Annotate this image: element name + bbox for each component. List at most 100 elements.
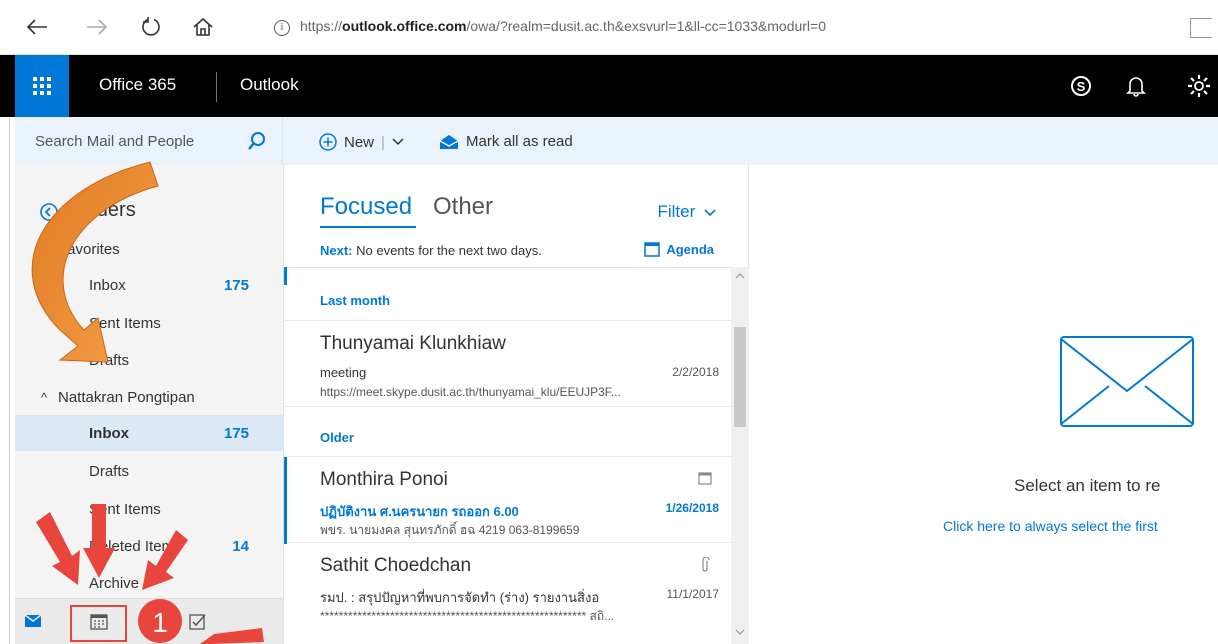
svg-text:S: S — [1077, 79, 1086, 94]
mail-item[interactable]: Thunyamai Klunkhiaw meeting 2/2/2018 htt… — [284, 320, 731, 407]
group-header-last-month: Last month — [320, 293, 391, 308]
notifications-bell-icon[interactable] — [1126, 75, 1146, 97]
meeting-icon — [698, 472, 712, 485]
chevron-up-icon[interactable]: ^ — [41, 390, 47, 405]
folder-label: Drafts — [89, 463, 130, 480]
url-path: /owa/?realm=dusit.ac.th&exsvurl=1&ll-cc=… — [466, 18, 827, 34]
reading-view-icon[interactable] — [1190, 18, 1212, 38]
back-button[interactable] — [20, 10, 54, 44]
favorites-label: Favorites — [58, 241, 120, 258]
mail-subject: รมป. : สรุปปัญหาที่พบการจัดทำ (ร่าง) ราย… — [320, 590, 600, 605]
unread-count: 175 — [223, 425, 249, 442]
settings-gear-icon[interactable] — [1186, 73, 1212, 99]
group-header-older: Older — [320, 430, 354, 445]
skype-icon[interactable]: S — [1070, 75, 1092, 97]
tab-focused[interactable]: Focused — [320, 193, 412, 221]
mark-all-read-button[interactable]: Mark all as read — [439, 133, 573, 150]
scroll-up-icon[interactable] — [735, 273, 745, 279]
collapse-pane-icon[interactable] — [39, 202, 59, 222]
tab-other[interactable]: Other — [433, 193, 493, 221]
select-first-link[interactable]: Click here to always select the first — [943, 518, 1158, 534]
mail-sender: Sathit Choedchan — [320, 555, 472, 576]
suite-header: Office 365 Outlook S — [0, 55, 1218, 117]
empty-state-title: Select an item to re — [1014, 476, 1161, 495]
unread-marker — [284, 457, 287, 544]
account-label: Nattakran Pongtipan — [58, 389, 195, 406]
new-mail-button[interactable]: New | — [319, 133, 404, 151]
refresh-button[interactable] — [134, 10, 168, 44]
folder-label: Drafts — [89, 352, 130, 369]
reading-pane: Select an item to re Click here to alway… — [750, 165, 1218, 644]
mail-date: 11/1/2017 — [666, 587, 720, 601]
command-bar: New | Mark all as read — [283, 117, 1218, 165]
plus-circle-icon — [319, 133, 337, 151]
filter-button[interactable]: Filter — [657, 202, 716, 222]
module-switcher — [15, 598, 283, 644]
message-list: Focused Other Filter Next: No events for… — [283, 165, 750, 644]
list-divider — [284, 267, 750, 268]
browser-toolbar: i https://outlook.office.com/owa/?realm=… — [0, 0, 1218, 55]
favorite-item-inbox[interactable]: Inbox 175 — [15, 267, 283, 303]
scroll-thumb[interactable] — [734, 327, 746, 427]
chevron-up-icon[interactable]: ^ — [41, 242, 47, 257]
search-icon[interactable] — [247, 131, 267, 151]
scroll-down-icon[interactable] — [735, 629, 745, 635]
account-group[interactable]: ^ Nattakran Pongtipan — [15, 379, 283, 415]
next-label: Next: — [320, 243, 353, 258]
focus-marker — [284, 267, 287, 285]
mail-item[interactable]: Sathit Choedchan รมป. : สรุปปัญหาที่พบกา… — [284, 543, 731, 644]
mail-icon[interactable] — [25, 615, 41, 627]
tab-focused-underline — [320, 226, 416, 228]
site-info-icon[interactable]: i — [274, 20, 290, 36]
folder-label: Sent Items — [89, 315, 161, 332]
filter-label: Filter — [657, 202, 696, 221]
mail-preview: https://meet.skype.dusit.ac.th/thunyamai… — [320, 385, 621, 399]
mail-item[interactable]: Monthira Ponoi ปฏิบัติงาน ศ.นครนายก รถออ… — [284, 456, 731, 544]
mail-sender: Monthira Ponoi — [320, 469, 448, 490]
search-input[interactable]: Search Mail and People — [35, 133, 194, 150]
header-divider — [216, 72, 217, 102]
envelope-icon — [1060, 336, 1194, 427]
next-events-text: No events for the next two days. — [356, 243, 542, 258]
mail-subject: meeting — [320, 365, 367, 380]
address-bar[interactable]: https://outlook.office.com/owa/?realm=du… — [300, 18, 826, 34]
refresh-icon — [142, 17, 160, 36]
mail-preview: พขร. นายมงคล สุนทรภักดิ์ ฮฉ 4219 063-819… — [320, 523, 580, 537]
tasks-icon[interactable] — [189, 613, 207, 631]
folder-label: Archive — [89, 575, 140, 592]
favorite-item-sent-items[interactable]: Sent Items — [15, 305, 283, 341]
calendar-icon[interactable] — [90, 613, 108, 631]
forward-button[interactable] — [80, 10, 114, 44]
url-host: outlook.office.com — [342, 18, 467, 34]
favorites-group[interactable]: ^ Favorites — [15, 231, 283, 267]
folder-item-sent-items[interactable]: Sent Items — [15, 491, 283, 527]
agenda-button[interactable]: Agenda — [644, 241, 714, 257]
new-separator: | — [381, 133, 385, 151]
back-arrow-icon — [26, 19, 47, 35]
new-label: New — [344, 133, 375, 151]
forward-arrow-icon — [87, 19, 108, 35]
folder-pane: Folders ^ Favorites Inbox 175 Sent Items… — [15, 165, 283, 644]
mail-sender: Thunyamai Klunkhiaw — [320, 333, 506, 354]
suite-brand[interactable]: Office 365 — [99, 75, 176, 95]
mail-date: 1/26/2018 — [665, 501, 719, 515]
search-box[interactable]: Search Mail and People — [15, 117, 283, 165]
chevron-down-icon[interactable] — [392, 138, 404, 146]
open-envelope-icon — [439, 134, 459, 149]
app-launcher-icon[interactable] — [15, 55, 69, 117]
folder-item-archive[interactable]: Archive — [15, 565, 283, 595]
folders-header[interactable]: Folders — [15, 193, 283, 229]
app-title[interactable]: Outlook — [240, 75, 299, 95]
unread-count: 175 — [223, 277, 249, 294]
folder-label: Inbox — [89, 425, 129, 442]
folder-item-deleted-items[interactable]: Deleted Items 14 — [15, 528, 283, 564]
mail-preview: ****************************************… — [320, 609, 615, 623]
agenda-label: Agenda — [666, 241, 714, 257]
chevron-down-icon — [704, 209, 716, 217]
home-button[interactable] — [186, 10, 220, 44]
favorite-item-drafts[interactable]: Drafts — [15, 342, 283, 378]
next-events: Next: No events for the next two days. — [320, 243, 542, 258]
list-scrollbar[interactable] — [731, 267, 749, 644]
folder-item-inbox[interactable]: Inbox 175 — [15, 415, 283, 451]
folder-item-drafts[interactable]: Drafts — [15, 453, 283, 489]
